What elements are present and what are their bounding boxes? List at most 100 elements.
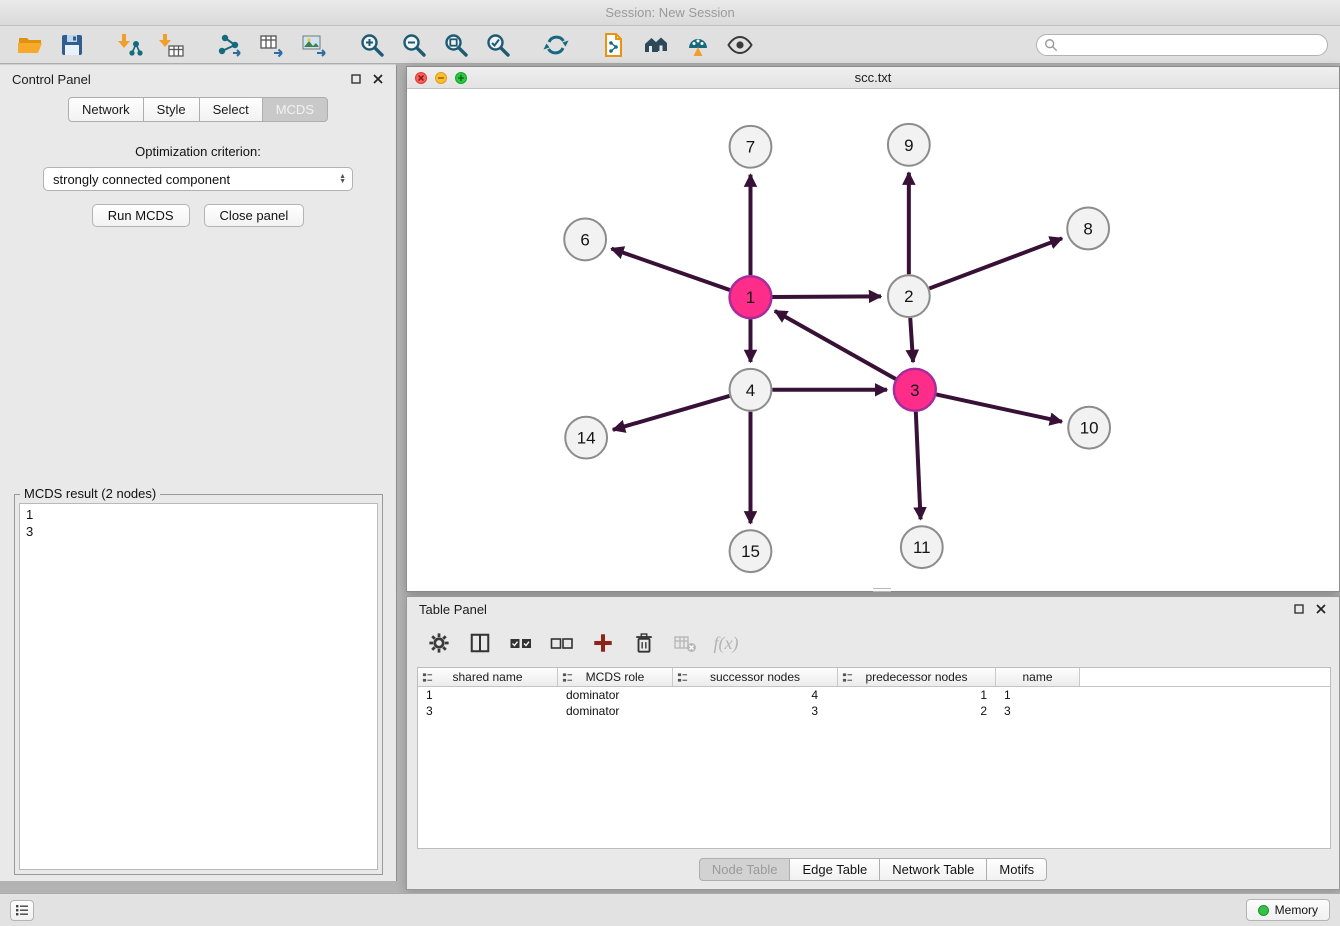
- tab-select[interactable]: Select: [199, 97, 263, 122]
- mcds-result-list[interactable]: 1 3: [19, 503, 378, 870]
- cell-mcds-role[interactable]: dominator: [558, 688, 673, 702]
- edge-2-3[interactable]: [910, 318, 913, 362]
- float-table-panel-icon[interactable]: [1293, 603, 1305, 615]
- home-button[interactable]: [638, 29, 674, 61]
- import-network-button[interactable]: [112, 29, 148, 61]
- tab-network-table[interactable]: Network Table: [879, 858, 987, 881]
- network-graph[interactable]: 7 9 6 8 1 2 4 3 14 10 15 11: [407, 90, 1339, 591]
- add-row-button[interactable]: [591, 631, 615, 655]
- cell-shared-name[interactable]: 1: [418, 688, 558, 702]
- run-mcds-button[interactable]: Run MCDS: [92, 204, 190, 227]
- tab-style[interactable]: Style: [143, 97, 200, 122]
- cell-mcds-role[interactable]: dominator: [558, 704, 673, 718]
- tab-edge-table[interactable]: Edge Table: [789, 858, 880, 881]
- export-image-button[interactable]: [296, 29, 332, 61]
- result-line: 1: [26, 506, 371, 523]
- cell-predecessor-nodes[interactable]: 1: [838, 688, 996, 702]
- tab-mcds[interactable]: MCDS: [262, 97, 328, 122]
- edge-1-6[interactable]: [611, 249, 729, 290]
- tab-network[interactable]: Network: [68, 97, 144, 122]
- cell-shared-name[interactable]: 3: [418, 704, 558, 718]
- zoom-out-button[interactable]: [396, 29, 432, 61]
- export-table-button[interactable]: [254, 29, 290, 61]
- cell-predecessor-nodes[interactable]: 2: [838, 704, 996, 718]
- cell-name[interactable]: 3: [996, 704, 1080, 718]
- network-canvas[interactable]: 7 9 6 8 1 2 4 3 14 10 15 11: [407, 90, 1339, 591]
- cell-name[interactable]: 1: [996, 688, 1080, 702]
- table-row[interactable]: 3 dominator 3 2 3: [418, 703, 1330, 719]
- node-8[interactable]: 8: [1067, 208, 1109, 250]
- column-header-name[interactable]: name: [996, 668, 1080, 686]
- memory-label: Memory: [1275, 903, 1318, 917]
- node-7[interactable]: 7: [730, 126, 772, 168]
- export-network-button[interactable]: [212, 29, 248, 61]
- svg-text:15: 15: [741, 542, 760, 561]
- save-session-button[interactable]: [54, 29, 90, 61]
- refresh-layout-button[interactable]: [538, 29, 574, 61]
- cell-successor-nodes[interactable]: 3: [673, 704, 838, 718]
- table-panel: Table Panel: [406, 596, 1340, 890]
- close-panel-icon[interactable]: [372, 73, 384, 85]
- delete-table-button[interactable]: [673, 631, 697, 655]
- search-input[interactable]: [1036, 34, 1328, 56]
- edge-4-14[interactable]: [613, 396, 730, 430]
- node-1[interactable]: 1: [730, 276, 772, 318]
- split-columns-button[interactable]: [468, 631, 492, 655]
- column-header-shared-name[interactable]: shared name: [418, 668, 558, 686]
- tab-node-table[interactable]: Node Table: [699, 858, 791, 881]
- table-settings-button[interactable]: [427, 631, 451, 655]
- tab-motifs[interactable]: Motifs: [986, 858, 1047, 881]
- node-4[interactable]: 4: [730, 369, 772, 411]
- node-11[interactable]: 11: [901, 526, 943, 568]
- edge-3-10[interactable]: [936, 394, 1062, 421]
- node-14[interactable]: 14: [565, 417, 607, 459]
- deselect-all-columns-button[interactable]: [550, 631, 574, 655]
- criterion-dropdown[interactable]: strongly connected component ▲▼: [43, 167, 353, 191]
- edge-3-11[interactable]: [916, 412, 921, 520]
- minimize-window-button[interactable]: [435, 72, 447, 84]
- float-icon: [351, 74, 361, 84]
- mcds-result-title: MCDS result (2 nodes): [20, 486, 160, 501]
- edge-3-1[interactable]: [775, 311, 896, 379]
- table-row[interactable]: 1 dominator 4 1 1: [418, 687, 1330, 703]
- network-window-titlebar[interactable]: scc.txt: [407, 67, 1339, 89]
- node-10[interactable]: 10: [1068, 407, 1110, 449]
- edge-2-8[interactable]: [929, 238, 1062, 288]
- memory-status-icon: [1258, 905, 1269, 916]
- close-panel-button[interactable]: Close panel: [204, 204, 305, 227]
- edge-1-2[interactable]: [772, 296, 881, 297]
- zoom-selected-button[interactable]: [480, 29, 516, 61]
- node-2[interactable]: 2: [888, 275, 930, 317]
- svg-text:2: 2: [904, 287, 913, 306]
- splitter-grip[interactable]: [873, 588, 891, 592]
- zoom-window-button[interactable]: [455, 72, 467, 84]
- node-6[interactable]: 6: [564, 218, 606, 260]
- zoom-in-button[interactable]: [354, 29, 390, 61]
- list-icon: [15, 904, 29, 916]
- node-9[interactable]: 9: [888, 124, 930, 166]
- share-document-button[interactable]: [596, 29, 632, 61]
- node-3[interactable]: 3: [894, 369, 936, 411]
- memory-button[interactable]: Memory: [1246, 899, 1330, 921]
- node-15[interactable]: 15: [730, 530, 772, 572]
- close-window-button[interactable]: [415, 72, 427, 84]
- select-all-columns-button[interactable]: [509, 631, 533, 655]
- zoom-fit-button[interactable]: [438, 29, 474, 61]
- table-toolbar: f(x): [407, 621, 1339, 665]
- cell-successor-nodes[interactable]: 4: [673, 688, 838, 702]
- window-titlebar[interactable]: Session: New Session: [0, 0, 1340, 26]
- function-builder-button[interactable]: f(x): [714, 631, 738, 655]
- close-glyph-icon: [417, 74, 425, 82]
- open-folder-icon: [17, 32, 43, 58]
- float-panel-icon[interactable]: [350, 73, 362, 85]
- open-session-button[interactable]: [12, 29, 48, 61]
- delete-row-button[interactable]: [632, 631, 656, 655]
- column-header-predecessor-nodes[interactable]: predecessor nodes: [838, 668, 996, 686]
- column-header-successor-nodes[interactable]: successor nodes: [673, 668, 838, 686]
- import-table-button[interactable]: [154, 29, 190, 61]
- task-history-button[interactable]: [10, 900, 34, 921]
- column-header-mcds-role[interactable]: MCDS role: [558, 668, 673, 686]
- close-table-panel-icon[interactable]: [1315, 603, 1327, 615]
- style-paint-button[interactable]: [680, 29, 716, 61]
- show-hide-button[interactable]: [722, 29, 758, 61]
